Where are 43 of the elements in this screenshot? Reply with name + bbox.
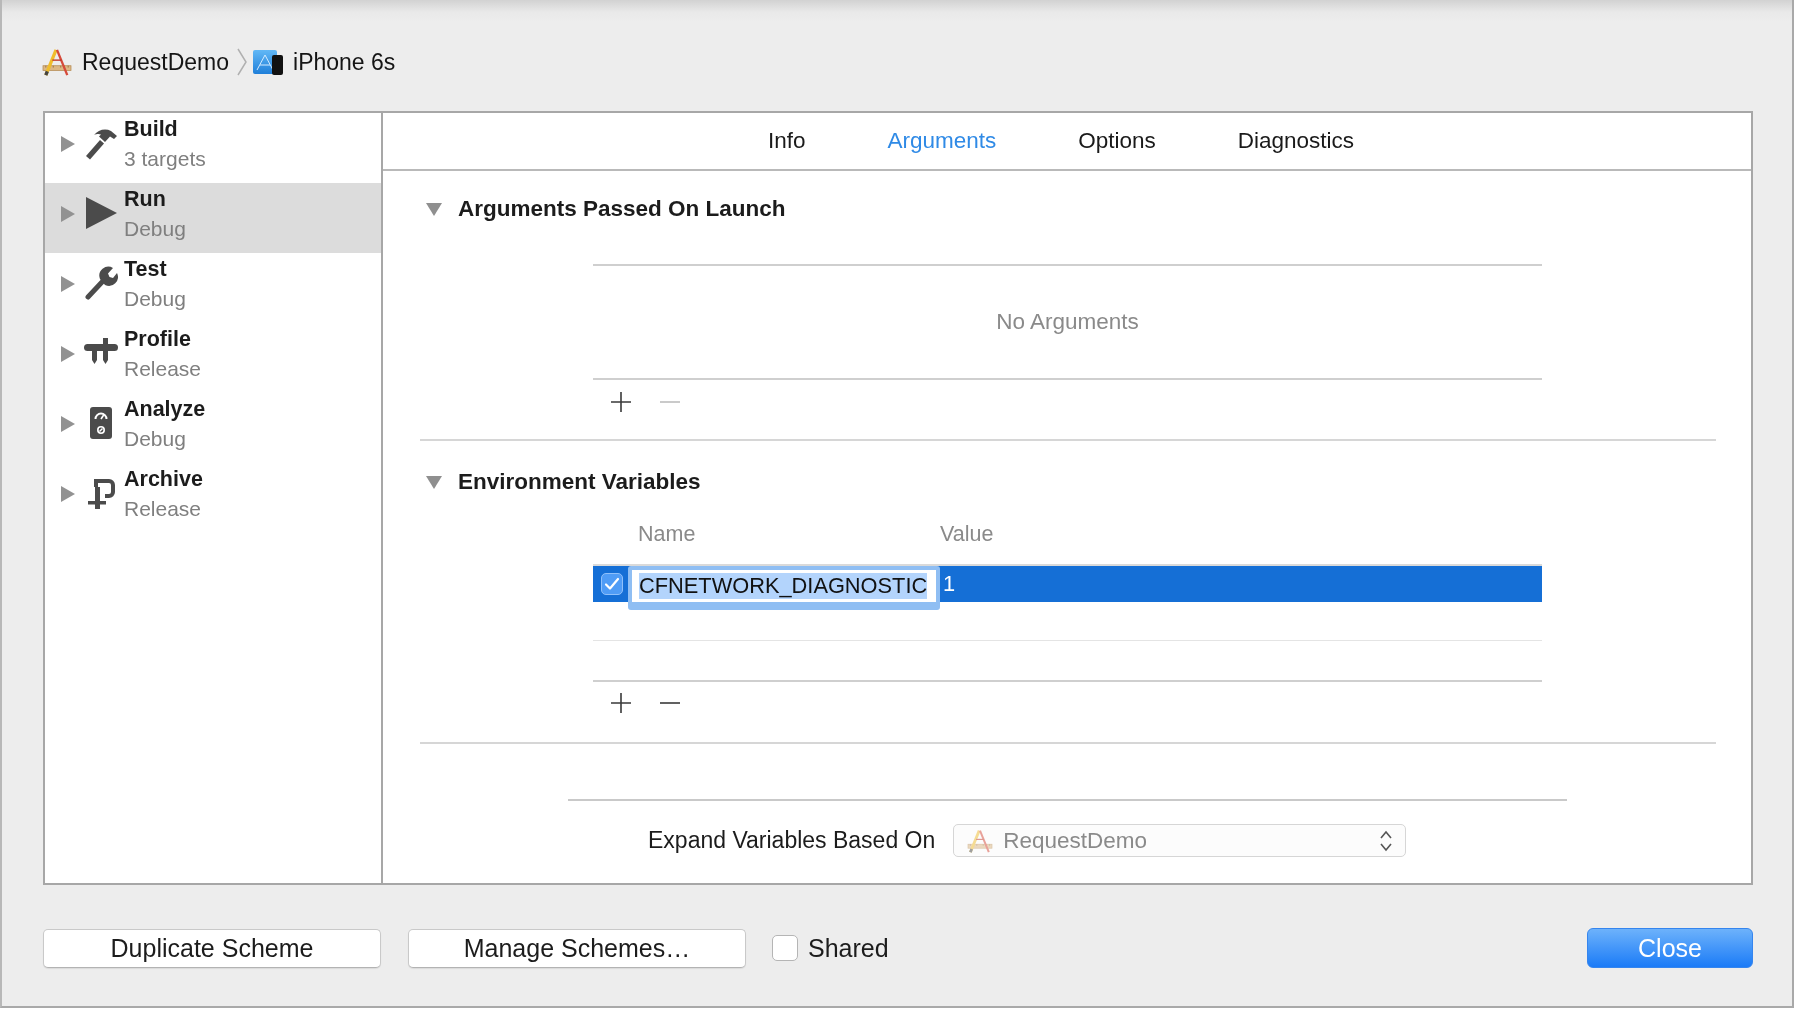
checkbox-label: Shared bbox=[808, 933, 889, 963]
setting-label: Expand Variables Based On bbox=[648, 827, 936, 854]
pencil-ruler-icon bbox=[967, 828, 994, 853]
push-button[interactable]: Manage Schemes… bbox=[408, 928, 746, 968]
wrench-icon bbox=[84, 266, 118, 300]
sidebar-item[interactable]: Run Debug bbox=[45, 183, 381, 253]
chevron-icon bbox=[237, 48, 248, 76]
breadcrumb-item[interactable]: iPhone 6s bbox=[293, 48, 396, 76]
tab[interactable]: Arguments bbox=[846, 128, 1038, 154]
sidebar-item[interactable]: Build 3 targets bbox=[45, 113, 381, 183]
sidebar-item[interactable]: Archive Release bbox=[45, 463, 381, 533]
tab[interactable]: Info bbox=[726, 128, 847, 154]
name-field[interactable]: CFNETWORK_DIAGNOSTIC bbox=[628, 566, 940, 610]
plus-icon[interactable] bbox=[610, 692, 632, 714]
section-title: Arguments Passed On Launch bbox=[458, 196, 786, 222]
empty-message: No Arguments bbox=[996, 309, 1139, 335]
breadcrumb-item[interactable]: RequestDemo bbox=[82, 48, 230, 76]
shared-checkbox[interactable] bbox=[772, 935, 798, 961]
disclosure-triangle-icon[interactable] bbox=[61, 276, 75, 292]
sidebar-item[interactable]: Test Debug bbox=[45, 253, 381, 323]
up-down-arrows-icon bbox=[1379, 828, 1394, 853]
phone-icon bbox=[253, 49, 284, 75]
disclosure-triangle-icon[interactable] bbox=[61, 136, 75, 152]
push-button[interactable]: Duplicate Scheme bbox=[43, 928, 381, 968]
disclosure-triangle-icon[interactable] bbox=[61, 486, 75, 502]
disclosure-triangle-icon[interactable] bbox=[426, 201, 442, 217]
sidebar-item[interactable]: Profile Release bbox=[45, 323, 381, 393]
pencil-ruler-icon bbox=[42, 48, 72, 76]
disclosure-triangle-icon[interactable] bbox=[61, 206, 75, 222]
tab[interactable]: Options bbox=[1037, 128, 1197, 154]
column-header: Value bbox=[940, 521, 994, 547]
play-icon bbox=[84, 196, 118, 230]
tab[interactable]: Diagnostics bbox=[1196, 128, 1396, 154]
column-header: Name bbox=[638, 521, 696, 547]
sidebar-item[interactable]: Analyze Debug bbox=[45, 393, 381, 463]
plus-icon[interactable] bbox=[610, 391, 632, 413]
disclosure-triangle-icon[interactable] bbox=[61, 346, 75, 362]
table-row[interactable]: CFNETWORK_DIAGNOSTIC 1 bbox=[593, 566, 1542, 611]
disclosure-triangle-icon[interactable] bbox=[426, 474, 442, 490]
disclosure-triangle-icon[interactable] bbox=[61, 416, 75, 432]
checkbox[interactable] bbox=[601, 573, 623, 595]
section-title: Environment Variables bbox=[458, 469, 701, 495]
value-cell: 1 bbox=[943, 571, 956, 597]
